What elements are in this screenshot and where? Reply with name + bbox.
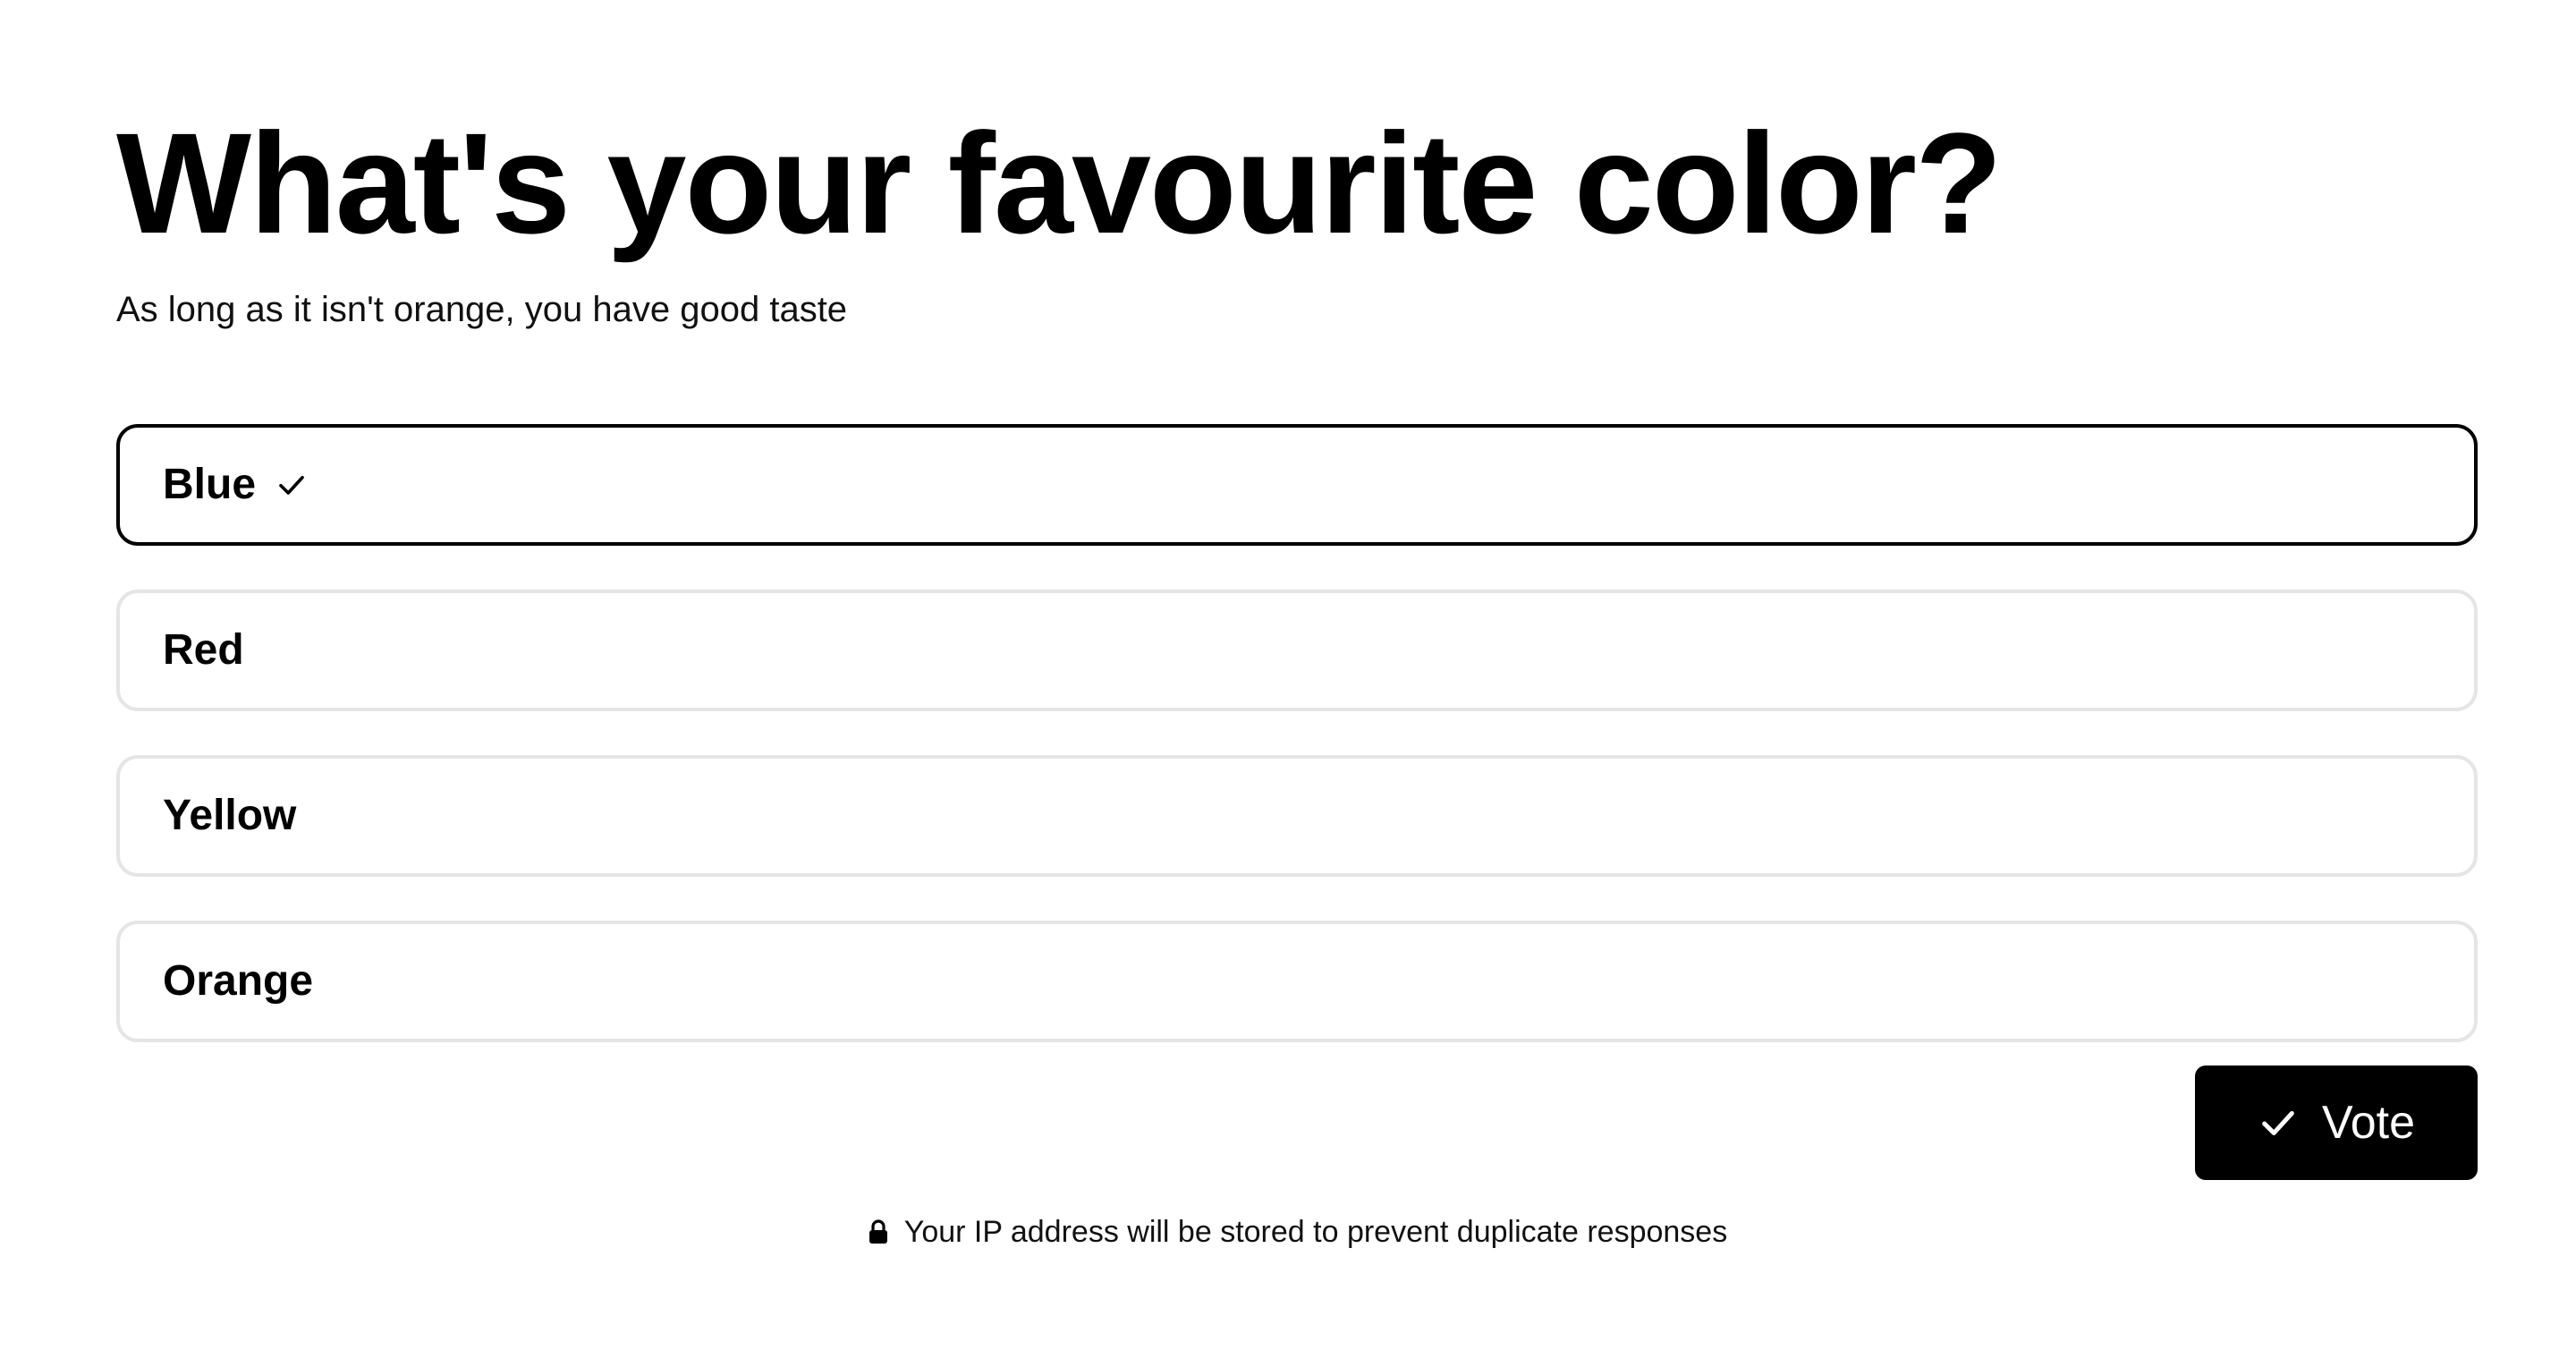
option-yellow[interactable]: Yellow [116,755,2478,877]
page-title: What's your favourite color? [116,103,2003,263]
vote-button[interactable]: Vote [2195,1066,2478,1180]
option-label: Orange [163,957,314,1005]
actions-row: Vote [116,1066,2478,1180]
vote-button-label: Vote [2321,1097,2416,1149]
lock-icon [867,1218,890,1245]
option-red[interactable]: Red [116,590,2478,711]
poll-card: What's your favourite color? As long as … [116,107,2478,1250]
check-icon [2258,1102,2299,1143]
option-orange[interactable]: Orange [116,921,2478,1042]
option-label: Red [163,626,244,674]
options-list: Blue Red Yellow Orange [116,424,2478,1042]
check-icon [275,469,308,501]
option-label: Yellow [163,792,297,839]
privacy-notice: Your IP address will be stored to preven… [116,1214,2478,1250]
notice-text: Your IP address will be stored to preven… [903,1215,1728,1249]
page-subtitle: As long as it isn't orange, you have goo… [116,290,848,329]
option-label: Blue [163,461,257,508]
option-blue[interactable]: Blue [116,424,2478,546]
